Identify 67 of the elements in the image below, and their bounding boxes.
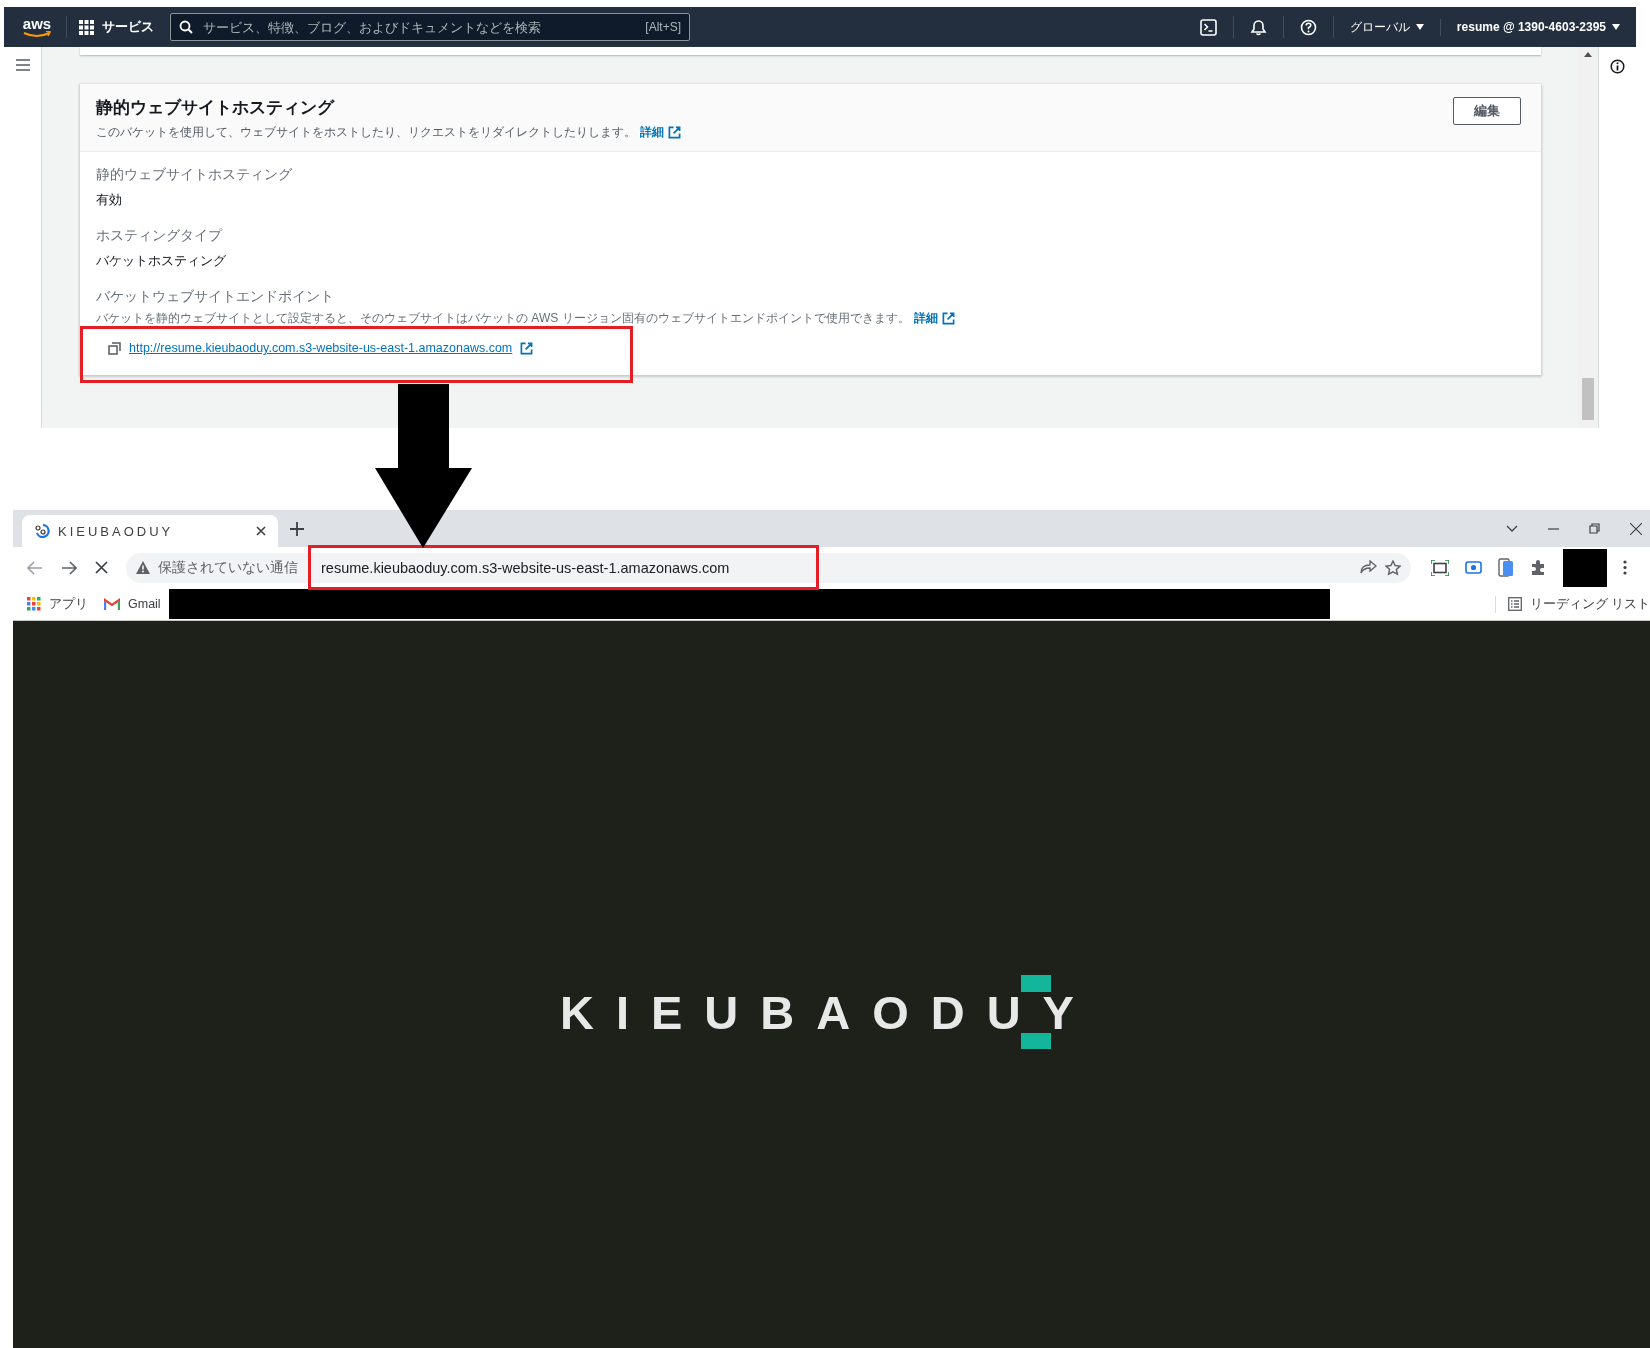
scroll-up-icon[interactable] <box>1584 52 1592 57</box>
bookmark-link[interactable]: アプリ <box>49 595 88 613</box>
caret-icon <box>1415 24 1424 30</box>
reading-list-button[interactable]: リーディング リスト <box>1529 595 1650 613</box>
stop-icon[interactable] <box>95 561 108 574</box>
external-link-icon[interactable] <box>520 341 534 355</box>
tab-title: KIEUBAODUY <box>58 523 175 539</box>
shortcut-hint: [Alt+S] <box>645 20 681 34</box>
bookmark-link[interactable]: Gmail <box>128 597 161 611</box>
list-icon[interactable] <box>1507 597 1522 611</box>
terminal-icon[interactable] <box>1199 18 1217 36</box>
bd-logo-icon <box>34 523 50 539</box>
learn-more-link[interactable]: 詳細 <box>913 310 938 327</box>
forward-icon[interactable] <box>61 560 77 575</box>
field-value: 有効 <box>96 191 123 209</box>
field-description: バケットを静的ウェブサイトとして設定すると、そのウェブサイトはバケットの AWS リージョン固有のウェブサイトエンドポイントで使用できます。 <box>96 310 910 327</box>
field-label: 静的ウェブサイトホスティング <box>96 166 293 184</box>
apps-grid-icon[interactable] <box>27 597 41 611</box>
chevron-down-icon[interactable] <box>1506 525 1518 532</box>
more-icon[interactable] <box>1623 560 1627 575</box>
screenshot-icon[interactable] <box>1431 559 1449 576</box>
restore-icon[interactable] <box>1589 523 1600 534</box>
grid-icon[interactable] <box>79 19 94 35</box>
panel-description: このバケットを使用して、ウェブサイトをホストしたり、リクエストをリダイレクトしたりします。 <box>96 125 636 140</box>
aws-logo[interactable]: aws <box>22 16 52 31</box>
menu-icon[interactable] <box>15 59 30 71</box>
account-menu[interactable]: resume @ 1390-4603-2395 <box>1440 20 1636 34</box>
new-tab-icon[interactable] <box>290 521 304 536</box>
browser-tab[interactable]: KIEUBAODUY <box>22 515 278 547</box>
close-icon[interactable] <box>1630 522 1642 535</box>
puzzle-icon[interactable] <box>1530 559 1547 576</box>
help-icon[interactable] <box>1299 18 1317 36</box>
info-icon[interactable] <box>1610 59 1625 74</box>
url-field[interactable]: resume.kieubaoduy.com.s3-website-us-east-1.amazonaws.com <box>319 558 1352 577</box>
external-link-icon[interactable] <box>941 312 955 325</box>
camera-icon[interactable] <box>1465 561 1482 574</box>
caret-icon <box>1612 24 1620 30</box>
field-value: バケットホスティング <box>96 252 227 270</box>
search-bar[interactable]: サービス、特徴、ブログ、およびドキュメントなどを検索 [Alt+S] <box>170 13 690 41</box>
close-icon[interactable] <box>256 526 266 536</box>
back-icon[interactable] <box>27 560 43 575</box>
phone-icon[interactable] <box>1498 558 1514 577</box>
panel-title: 静的ウェブサイトホスティング <box>96 97 336 119</box>
search-field[interactable]: サービス、特徴、ブログ、およびドキュメントなどを検索 <box>201 18 638 36</box>
edit-button[interactable]: 編集 <box>1453 97 1521 125</box>
external-link-icon[interactable] <box>668 126 681 139</box>
endpoint-link[interactable]: http://resume.kieubaoduy.com.s3-website-us-east-1.amazonaws.com <box>129 341 513 355</box>
field-label: バケットウェブサイトエンドポイント <box>96 288 335 306</box>
site-logo: KIEUBAODUY <box>560 995 1096 1031</box>
warning-icon <box>136 561 150 574</box>
field-label: ホスティングタイプ <box>96 227 224 245</box>
smile-arrow-icon <box>22 30 52 38</box>
minimize-icon[interactable] <box>1548 527 1559 530</box>
scrollbar[interactable] <box>1578 47 1598 428</box>
security-label[interactable]: 保護されていない通信 <box>158 558 298 577</box>
redaction-block <box>1563 548 1607 587</box>
mail-icon[interactable] <box>104 598 120 610</box>
scroll-thumb[interactable] <box>1582 378 1594 420</box>
region-menu[interactable]: グローバル <box>1333 18 1441 36</box>
star-icon[interactable] <box>1385 559 1401 576</box>
search-icon <box>179 20 193 34</box>
copy-icon[interactable] <box>108 341 121 355</box>
share-icon[interactable] <box>1360 560 1377 575</box>
address-bar[interactable]: 保護されていない通信 resume.kieubaoduy.com.s3-website-us-east-1.amazonaws.com <box>126 552 1411 583</box>
services-menu[interactable]: サービス <box>102 18 154 36</box>
learn-more-link[interactable]: 詳細 <box>640 125 664 140</box>
bell-icon[interactable] <box>1249 18 1267 36</box>
